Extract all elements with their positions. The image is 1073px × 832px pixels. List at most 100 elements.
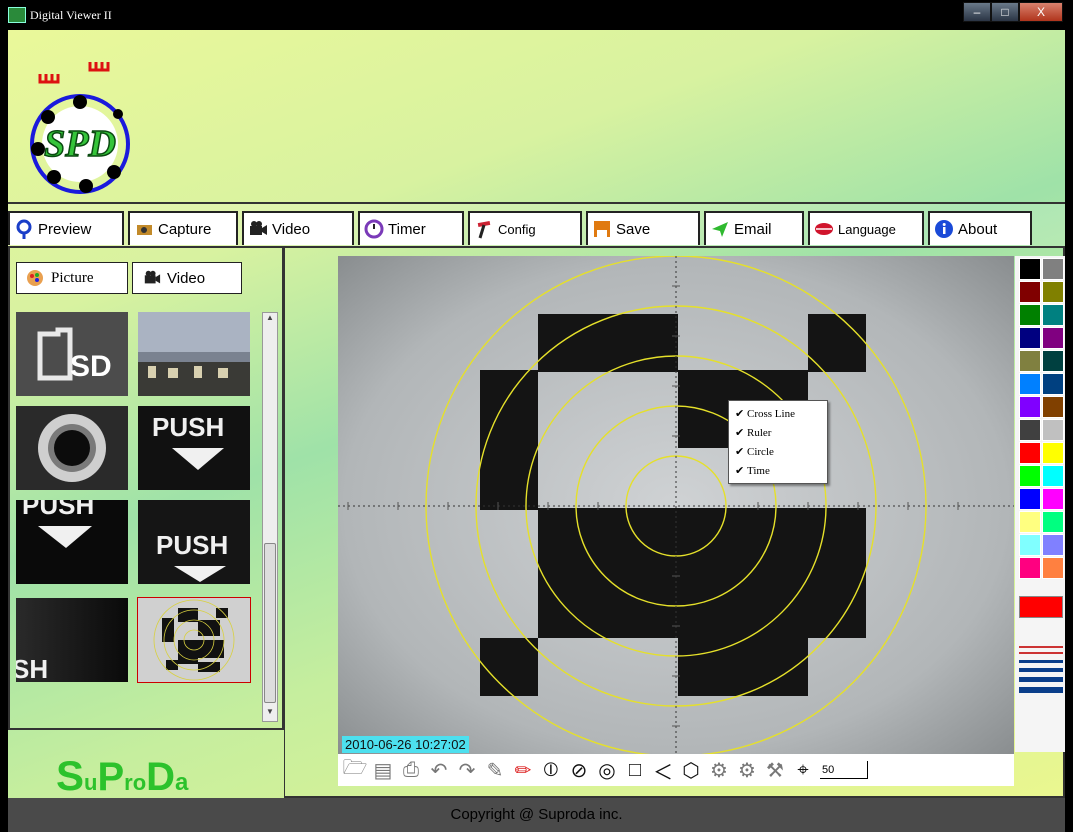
calibrate-icon[interactable]: ⚒ bbox=[762, 757, 788, 783]
target-image bbox=[138, 598, 250, 682]
tab-picture[interactable]: Picture bbox=[16, 262, 128, 294]
color-swatch[interactable] bbox=[1019, 419, 1041, 441]
thumbnail-push-3[interactable]: PUSH bbox=[138, 500, 250, 584]
redo-icon[interactable]: ↷ bbox=[454, 757, 480, 783]
rectangle-tool-icon[interactable]: □ bbox=[622, 757, 648, 783]
polygon-tool-icon[interactable]: ⬡ bbox=[678, 757, 704, 783]
zoom-in-icon[interactable]: ⚙ bbox=[706, 757, 732, 783]
menu-item-time[interactable]: ✔ Time bbox=[729, 462, 827, 481]
tab-language[interactable]: Language bbox=[808, 211, 924, 245]
lips-icon bbox=[815, 223, 833, 235]
library-tabs: Picture Video bbox=[16, 262, 246, 294]
color-swatch[interactable] bbox=[1019, 258, 1041, 280]
circle-line-tool-icon[interactable]: ⦶ bbox=[538, 757, 564, 783]
line-thickness-option[interactable] bbox=[1019, 687, 1063, 693]
color-swatch[interactable] bbox=[1042, 442, 1064, 464]
thumbnail-lens[interactable] bbox=[16, 406, 128, 490]
menu-item-ruler[interactable]: ✔ Ruler bbox=[729, 424, 827, 443]
color-swatch[interactable] bbox=[1042, 373, 1064, 395]
brand-letter: ro bbox=[124, 770, 147, 795]
selected-color-swatch bbox=[1019, 596, 1063, 618]
live-view-image[interactable] bbox=[338, 256, 1014, 756]
zoom-out-icon[interactable]: ⚙ bbox=[734, 757, 760, 783]
maximize-button[interactable]: □ bbox=[991, 2, 1019, 22]
line-thickness-option[interactable] bbox=[1019, 677, 1063, 682]
close-button[interactable]: X bbox=[1019, 2, 1063, 22]
line-thickness-option[interactable] bbox=[1019, 668, 1063, 672]
scroll-thumb[interactable] bbox=[264, 543, 276, 703]
tab-video-library[interactable]: Video bbox=[132, 262, 242, 294]
thumbnail-scrollbar[interactable]: ▲ ▼ bbox=[262, 312, 278, 722]
pen-icon[interactable]: ✏ bbox=[510, 757, 536, 783]
window-title: Digital Viewer II bbox=[30, 8, 112, 22]
color-swatch[interactable] bbox=[1019, 557, 1041, 579]
thumbnail-board[interactable] bbox=[138, 312, 250, 396]
diameter-tool-icon[interactable]: ⊘ bbox=[566, 757, 592, 783]
brand-letter: S bbox=[56, 752, 85, 799]
color-swatch[interactable] bbox=[1019, 534, 1041, 556]
tab-preview[interactable]: Preview bbox=[8, 211, 124, 245]
color-swatch[interactable] bbox=[1042, 327, 1064, 349]
color-swatch[interactable] bbox=[1019, 511, 1041, 533]
tab-video[interactable]: Video bbox=[242, 211, 354, 245]
color-swatch[interactable] bbox=[1042, 258, 1064, 280]
tab-about[interactable]: About bbox=[928, 211, 1032, 245]
tab-timer[interactable]: Timer bbox=[358, 211, 464, 245]
menu-item-label: Circle bbox=[747, 446, 774, 458]
line-thickness-option[interactable] bbox=[1019, 660, 1063, 663]
brand-letter: P bbox=[97, 755, 125, 799]
menu-item-circle[interactable]: ✔ Circle bbox=[729, 443, 827, 462]
save-file-icon[interactable]: ▤ bbox=[370, 757, 396, 783]
undo-icon[interactable]: ↶ bbox=[426, 757, 452, 783]
color-swatch[interactable] bbox=[1042, 396, 1064, 418]
scroll-up-arrow-icon[interactable]: ▲ bbox=[263, 313, 277, 327]
color-swatch[interactable] bbox=[1019, 373, 1041, 395]
logo-text: SPD bbox=[44, 123, 116, 165]
thumbnail-push-2[interactable]: PUSH bbox=[16, 500, 128, 584]
color-swatch[interactable] bbox=[1042, 534, 1064, 556]
open-folder-icon[interactable]: 🗁 bbox=[342, 757, 368, 783]
thumbnail-push-1[interactable]: PUSH bbox=[138, 406, 250, 490]
color-swatch[interactable] bbox=[1042, 281, 1064, 303]
color-swatch[interactable] bbox=[1019, 350, 1041, 372]
color-swatch[interactable] bbox=[1042, 488, 1064, 510]
color-swatch[interactable] bbox=[1042, 419, 1064, 441]
thumbnail-target-selected[interactable] bbox=[137, 597, 251, 683]
color-swatch[interactable] bbox=[1019, 396, 1041, 418]
color-swatch[interactable] bbox=[1042, 350, 1064, 372]
color-swatch[interactable] bbox=[1019, 304, 1041, 326]
tab-label: Timer bbox=[388, 220, 426, 238]
scroll-down-arrow-icon[interactable]: ▼ bbox=[263, 707, 277, 721]
color-swatch[interactable] bbox=[1042, 304, 1064, 326]
tab-email[interactable]: Email bbox=[704, 211, 804, 245]
tab-label: Video bbox=[272, 220, 311, 238]
app-window: SPD Preview Capture Video Timer Config S… bbox=[8, 30, 1065, 832]
tab-capture[interactable]: Capture bbox=[128, 211, 238, 245]
color-swatch[interactable] bbox=[1042, 557, 1064, 579]
thumbnail-dark[interactable]: SH bbox=[16, 598, 128, 682]
line-thickness-option[interactable] bbox=[1019, 652, 1063, 654]
line-width-field[interactable]: 50 bbox=[820, 761, 868, 779]
color-swatch[interactable] bbox=[1019, 442, 1041, 464]
tab-config[interactable]: Config bbox=[468, 211, 582, 245]
concentric-circle-tool-icon[interactable]: ◎ bbox=[594, 757, 620, 783]
color-swatch[interactable] bbox=[1019, 327, 1041, 349]
crosshair-icon[interactable]: ⌖ bbox=[790, 757, 816, 783]
eraser-icon[interactable]: ✎ bbox=[482, 757, 508, 783]
lens-image bbox=[16, 406, 128, 490]
menu-item-cross-line[interactable]: ✔ Cross Line bbox=[729, 405, 827, 424]
tab-save[interactable]: Save bbox=[586, 211, 700, 245]
minimize-button[interactable]: – bbox=[963, 2, 991, 22]
color-swatch[interactable] bbox=[1042, 511, 1064, 533]
tab-label: Video bbox=[167, 269, 206, 287]
tab-label: Save bbox=[616, 220, 651, 238]
line-thickness-option[interactable] bbox=[1019, 646, 1063, 648]
thumbnail-sd-card[interactable]: SD bbox=[16, 312, 128, 396]
color-swatch[interactable] bbox=[1019, 488, 1041, 510]
color-swatch[interactable] bbox=[1019, 465, 1041, 487]
color-swatch[interactable] bbox=[1019, 281, 1041, 303]
angle-tool-icon[interactable]: ＜ bbox=[650, 757, 676, 784]
print-icon[interactable]: ⎙ bbox=[398, 757, 424, 783]
color-swatch[interactable] bbox=[1042, 465, 1064, 487]
push-image: PUSH bbox=[16, 500, 128, 584]
